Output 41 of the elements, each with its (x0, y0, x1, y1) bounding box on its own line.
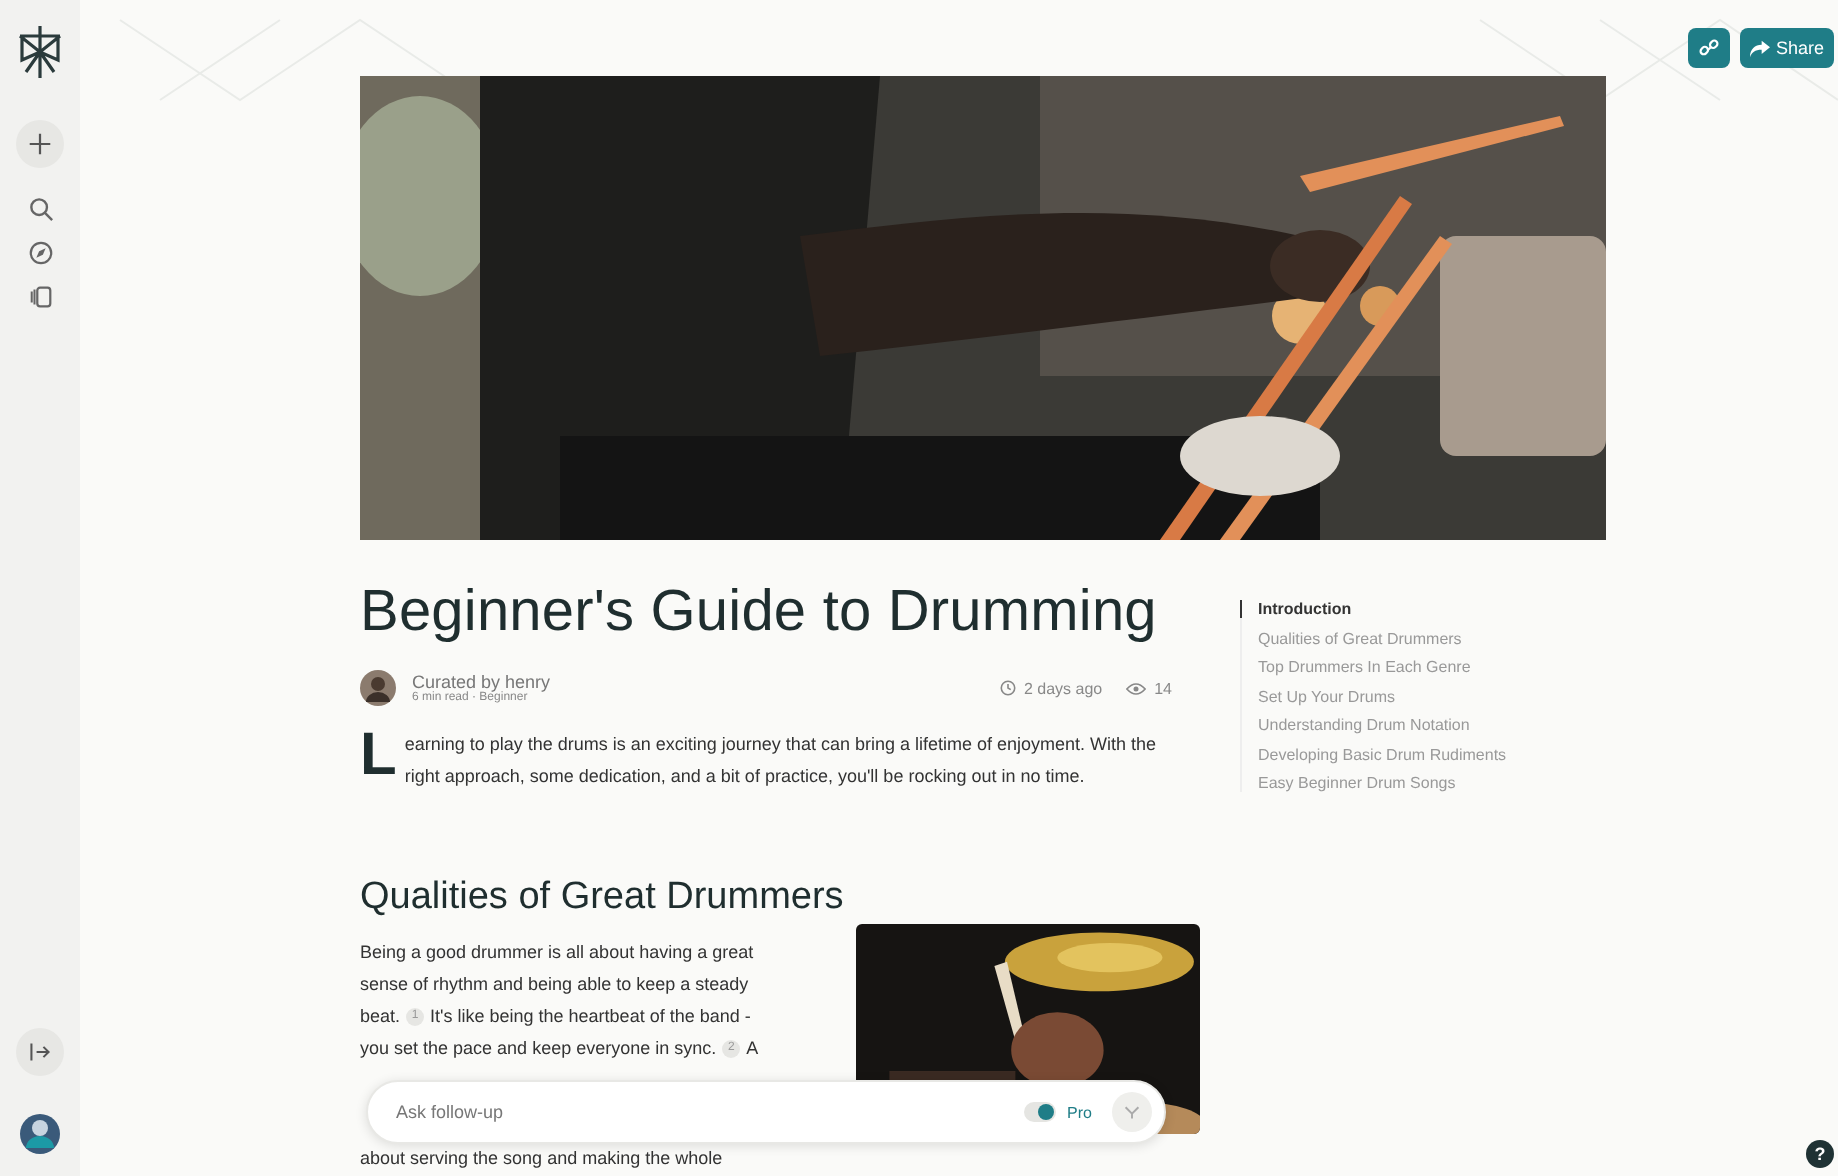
toc-link[interactable]: Developing Basic Drum Rudiments (1240, 745, 1507, 763)
author-avatar (360, 670, 396, 706)
new-thread-button[interactable] (16, 120, 64, 168)
toc-link[interactable]: Easy Beginner Drum Songs (1240, 774, 1507, 792)
help-button[interactable]: ? (1806, 1140, 1834, 1168)
copy-link-button[interactable] (1687, 28, 1730, 68)
toc-link[interactable]: Qualities of Great Drummers (1240, 629, 1507, 647)
library-icon[interactable] (27, 284, 53, 310)
body-text: It's like being the heartbeat of the band - (430, 1004, 751, 1030)
author-name[interactable]: Curated by henry (412, 672, 551, 692)
chevron-icon (1124, 1104, 1140, 1120)
pro-toggle[interactable]: Pro (1015, 1102, 1100, 1122)
follow-up-field[interactable]: Ask follow-up Pro (366, 1080, 1166, 1144)
body-text: sense of rhythm and being able to keep a steady (360, 972, 749, 998)
body-text: you set the pace and keep everyone in sync. (360, 1036, 717, 1062)
expand-icon (28, 1040, 52, 1064)
body-text: A (746, 1036, 759, 1062)
article-title: Beginner's Guide to Drumming (360, 580, 1159, 646)
compass-icon[interactable] (27, 240, 53, 266)
view-count: 14 (1154, 679, 1172, 697)
logo-icon[interactable] (16, 24, 64, 80)
body-text: beat. (360, 1004, 401, 1030)
toc-link[interactable]: Understanding Drum Notation (1240, 716, 1507, 734)
toc-link[interactable]: Introduction (1240, 600, 1507, 618)
toc-link[interactable]: Top Drummers In Each Genre (1240, 658, 1507, 676)
share-button[interactable]: Share (1739, 28, 1834, 68)
clock-icon (999, 680, 1016, 696)
toc-link[interactable]: Set Up Your Drums (1240, 687, 1507, 705)
share-icon (1749, 39, 1770, 57)
link-icon (1697, 37, 1720, 59)
search-icon[interactable] (27, 196, 53, 222)
expand-sidebar-button[interactable] (16, 1028, 64, 1076)
section-heading: Qualities of Great Drummers (360, 876, 846, 920)
eye-icon (1126, 681, 1147, 695)
user-avatar[interactable] (18, 1112, 62, 1156)
drop-cap: L (360, 730, 397, 782)
body-text: Being a good drummer is all about having a great (360, 940, 754, 966)
post-age: 2 days ago (1023, 679, 1103, 697)
body-text: about serving the song and making the whole (360, 1146, 723, 1170)
intro-paragraph: earning to play the drums is an exciting journey that can bring a lifetime of enjoyment. With the right approach, some dedication, and a bit of practice, you'll be rocking out in no time. (404, 732, 1159, 790)
plus-icon (28, 132, 52, 156)
